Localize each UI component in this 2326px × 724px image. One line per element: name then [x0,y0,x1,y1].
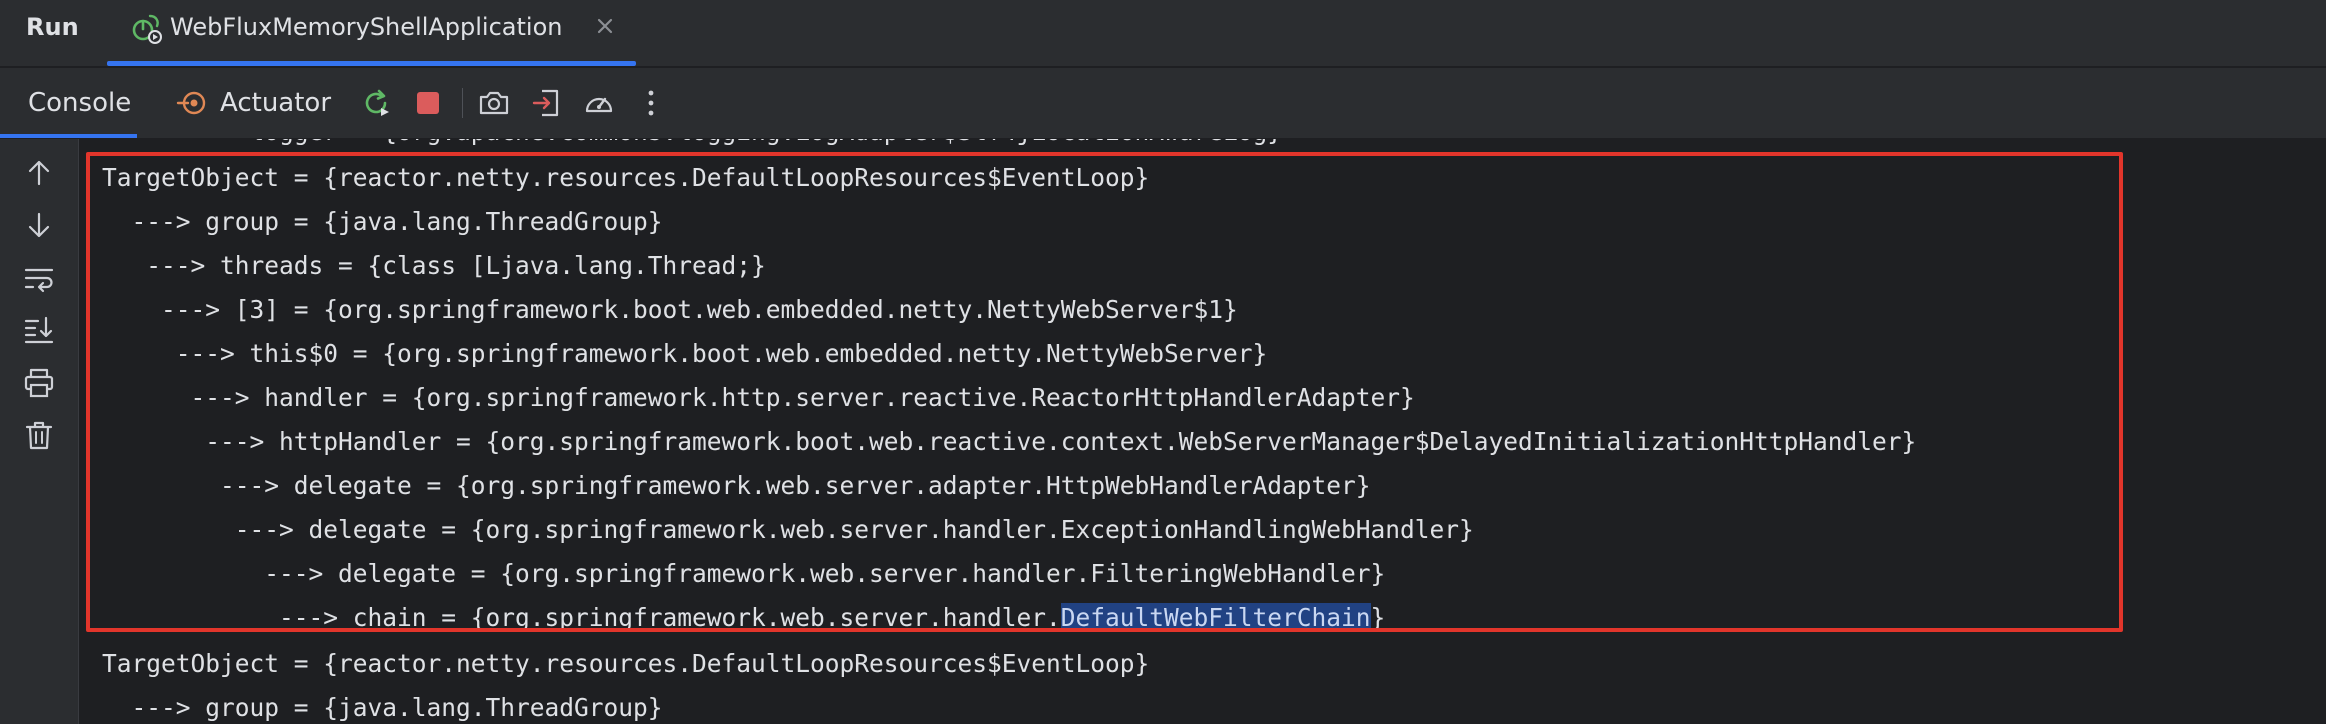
speedometer-icon[interactable] [582,86,616,120]
active-tab-indicator [107,61,636,66]
run-tool-window: Run WebFluxMemoryShellApplication Consol… [0,0,2326,724]
close-icon[interactable] [591,12,619,40]
rerun-icon[interactable] [359,86,393,120]
run-panel-title: Run [26,13,79,41]
run-header: Run WebFluxMemoryShellApplication [0,0,2326,68]
trash-icon[interactable] [22,418,56,452]
arrow-down-icon[interactable] [22,208,56,242]
scroll-to-end-icon[interactable] [22,313,56,347]
more-icon[interactable] [634,86,668,120]
chain-prefix: ---> chain = {org.springframework.web.se… [102,603,1061,632]
console-line: TargetObject = {reactor.netty.resources.… [102,649,1150,678]
console-line: ---> group = {java.lang.ThreadGroup} [102,693,663,722]
console-line: ---> delegate = {org.springframework.web… [102,515,1474,544]
console-line: ---> delegate = {org.springframework.web… [102,471,1371,500]
actuator-icon [176,91,206,115]
run-config-tab[interactable]: WebFluxMemoryShellApplication [107,0,636,66]
tab-actuator[interactable]: Actuator [172,68,337,138]
camera-icon[interactable] [477,86,511,120]
chain-suffix: } [1370,603,1386,632]
arrow-up-icon[interactable] [22,156,56,190]
console-line: ---> handler = {org.springframework.http… [102,383,1415,412]
console-line: ---> threads = {class [Ljava.lang.Thread… [102,251,766,280]
toolbar-separator [462,88,463,118]
tab-console[interactable]: Console [0,68,137,138]
tab-actuator-label: Actuator [220,88,332,118]
exit-icon[interactable] [530,86,564,120]
console-line: ---> delegate = {org.springframework.web… [102,559,1386,588]
console-line: ---> logger = {org.apache.commons.loggin… [102,139,1282,154]
active-tab-indicator [0,134,137,138]
run-config-tab-label: WebFluxMemoryShellApplication [170,13,563,41]
console-toolbar: Console Actuator [0,68,2326,139]
stop-icon[interactable] [411,86,445,120]
spring-boot-run-icon [132,14,162,44]
console-gutter [0,139,79,724]
soft-wrap-icon[interactable] [22,261,56,295]
console-output[interactable]: ---> logger = {org.apache.commons.loggin… [80,139,2326,724]
console-line: ---> this$0 = {org.springframework.boot.… [102,339,1268,368]
console-line: ---> group = {java.lang.ThreadGroup} [102,207,663,236]
print-icon[interactable] [22,366,56,400]
tab-console-label: Console [28,88,132,118]
selected-text[interactable]: DefaultWebFilterChain [1060,603,1371,632]
console-line-chain: ---> chain = {org.springframework.web.se… [102,596,1385,640]
console-line: ---> [3] = {org.springframework.boot.web… [102,295,1238,324]
console-line: ---> httpHandler = {org.springframework.… [102,427,1917,456]
console-line: TargetObject = {reactor.netty.resources.… [102,163,1150,192]
